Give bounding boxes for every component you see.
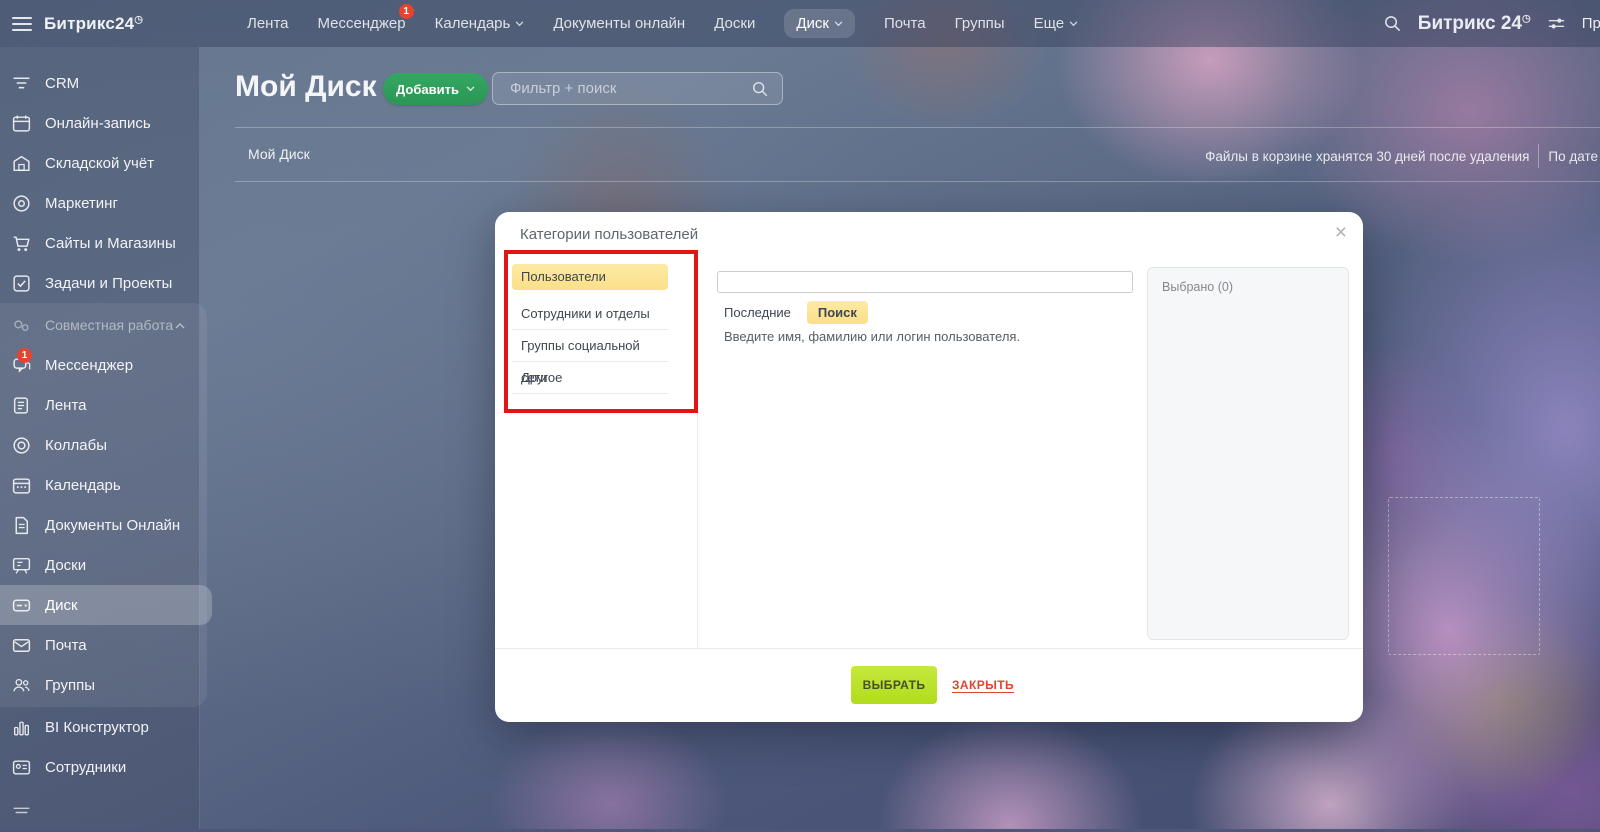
category-social-groups[interactable]: Группы социальной сети [512,330,668,362]
sidebar-item-feed[interactable]: Лента [0,385,207,425]
collaboration-group-panel: Совместная работа 1 Мессенджер Лента Кол… [0,303,207,707]
sidebar-item-inventory[interactable]: Складской учёт [0,143,199,183]
nav-lenta[interactable]: Лента [247,15,289,32]
tab-search[interactable]: Поиск [807,301,868,324]
board-icon [11,555,32,576]
divider [697,252,698,648]
people-icon [11,675,32,696]
sidebar-item-messenger[interactable]: 1 Мессенджер [0,345,207,385]
chevron-down-icon [466,86,475,92]
close-button[interactable]: ЗАКРЫТЬ [952,678,1014,692]
add-button[interactable]: Добавить [383,73,488,105]
category-other[interactable]: Другое [512,362,668,394]
category-users[interactable]: Пользователи [512,264,668,290]
calendar-icon [11,475,32,496]
calendar-clock-icon [11,113,32,134]
top-navigation: Лента Мессенджер 1 Календарь Документы о… [247,0,1078,47]
sidebar-item-marketing[interactable]: Маркетинг [0,183,199,223]
circles-icon [11,435,32,456]
toolbar-right: Файлы в корзине хранятся 30 дней после у… [1205,144,1598,168]
crm-funnel-icon [11,73,32,94]
sidebar-item-mail[interactable]: Почта [0,625,207,665]
tab-recent[interactable]: Последние [724,305,791,320]
category-list: Пользователи Сотрудники и отделы Группы … [495,252,697,394]
nav-docs-online[interactable]: Документы онлайн [553,15,685,32]
dialog-title: Категории пользователей [520,226,698,243]
sidebar-item-boards[interactable]: Доски [0,545,207,585]
breadcrumb[interactable]: Мой Диск [248,146,310,162]
chevron-down-icon [1069,21,1078,27]
search-icon[interactable] [751,80,769,98]
cart-icon [11,233,32,254]
selected-count: Выбрано (0) [1162,280,1233,294]
id-card-icon [11,757,32,778]
top-bar: Битрикс24◷ Лента Мессенджер 1 Календарь … [0,0,1600,47]
nav-calendar[interactable]: Календарь [435,15,525,32]
app-logo-text: Битрикс24 [44,14,134,33]
sidebar-item-groups[interactable]: Группы [0,665,207,705]
sidebar-item-bi-builder[interactable]: BI Конструктор [0,707,199,747]
search-hint: Введите имя, фамилию или логин пользоват… [724,329,1020,344]
sidebar-item-docs-online[interactable]: Документы Онлайн [0,505,207,545]
notification-badge: 1 [399,4,414,19]
category-employees-departments[interactable]: Сотрудники и отделы [512,298,668,330]
target-icon [11,193,32,214]
user-search-input[interactable] [717,271,1133,293]
sort-by-date[interactable]: По дате [1548,149,1598,164]
selected-panel: Выбрано (0) [1147,267,1349,640]
feed-icon [11,395,32,416]
chevron-down-icon [834,21,843,27]
nav-groups[interactable]: Группы [955,15,1005,32]
invite-button[interactable]: Пригласить [1582,15,1600,32]
bar-chart-icon [11,717,32,738]
trash-note: Файлы в корзине хранятся 30 дней после у… [1205,149,1529,164]
clock-icon: ◷ [1522,13,1531,24]
nav-mail[interactable]: Почта [884,15,926,32]
filter-search-input[interactable] [493,80,751,97]
sidebar-item-employees[interactable]: Сотрудники [0,747,199,787]
divider [235,127,1600,128]
sidebar: CRM Онлайн-запись Складской учёт Маркети… [0,47,200,829]
sidebar-item-crm[interactable]: CRM [0,63,199,103]
divider [495,648,1363,649]
mail-icon [11,635,32,656]
sidebar-item-calendar[interactable]: Календарь [0,465,207,505]
clock-icon: ◷ [134,14,143,25]
search-mode-tabs: Последние Поиск [724,301,868,324]
filter-search-box [492,72,783,105]
user-categories-dialog: Категории пользователей × Пользователи С… [495,212,1363,722]
sidebar-item-tasks-projects[interactable]: Задачи и Проекты [0,263,199,303]
sidebar-item-online-booking[interactable]: Онлайн-запись [0,103,199,143]
sliders-icon[interactable] [1547,14,1566,33]
chevron-down-icon [515,21,524,27]
sidebar-group-collaboration[interactable]: Совместная работа [0,305,207,345]
nav-more[interactable]: Еще [1034,15,1079,32]
collaboration-icon [11,315,32,336]
page-title: Мой Диск [235,70,377,104]
close-icon[interactable]: × [1335,222,1347,243]
hamburger-menu-icon[interactable] [12,17,32,31]
check-square-icon [11,273,32,294]
drive-icon [11,595,32,616]
nav-messenger[interactable]: Мессенджер 1 [318,15,406,32]
nav-boards[interactable]: Доски [714,15,755,32]
selection-marquee [1388,497,1540,655]
topbar-right-zone: Битрикс 24◷ Пригласить [1383,0,1600,47]
app-logo[interactable]: Битрикс24◷ [44,14,143,34]
document-icon [11,515,32,536]
sidebar-item-collabs[interactable]: Коллабы [0,425,207,465]
sidebar-item-partial[interactable] [0,792,199,832]
brand-logo: Битрикс 24◷ [1418,13,1531,35]
search-icon[interactable] [1383,14,1402,33]
chevron-up-icon [175,322,185,329]
nav-disk[interactable]: Диск [784,9,855,38]
divider [235,181,1600,182]
notification-badge: 1 [17,348,32,363]
warehouse-icon [11,153,32,174]
divider [1538,144,1539,168]
sidebar-item-sites-stores[interactable]: Сайты и Магазины [0,223,199,263]
select-button[interactable]: ВЫБРАТЬ [851,666,937,704]
automation-icon [11,802,32,823]
sidebar-item-disk[interactable]: Диск [0,585,212,625]
